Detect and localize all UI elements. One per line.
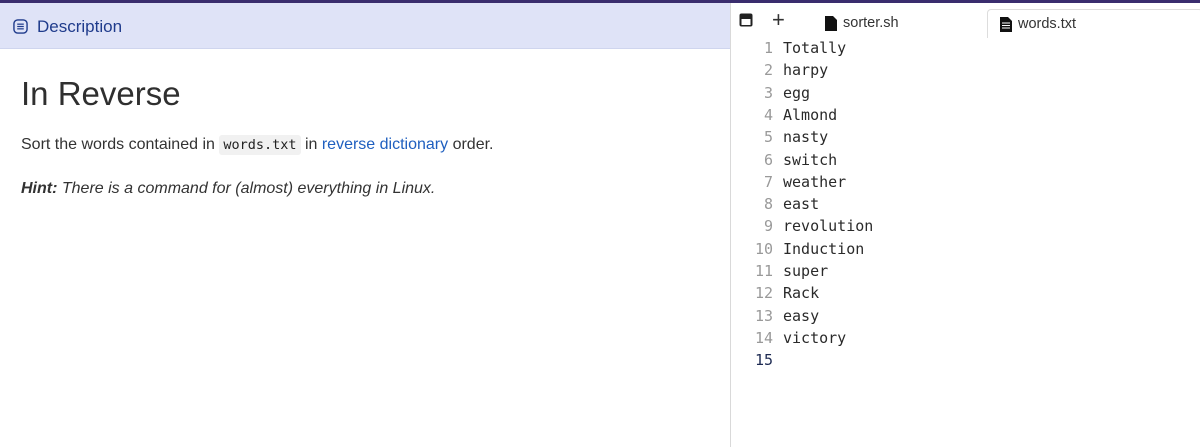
line-number: 9 bbox=[763, 217, 773, 236]
sidebar-toggle-icon[interactable] bbox=[739, 13, 753, 27]
editor-panel: + sorter.sh words.txt 1 Totally 2 harpy 3 egg… bbox=[731, 3, 1200, 447]
line-text: revolution bbox=[783, 217, 874, 236]
editor-line[interactable]: 4 Almond bbox=[731, 106, 1200, 128]
tab-sorter-sh[interactable]: sorter.sh bbox=[813, 9, 911, 37]
line-number: 6 bbox=[763, 150, 773, 169]
line-number: 12 bbox=[754, 284, 773, 303]
line-number: 11 bbox=[754, 262, 773, 280]
line-number: 4 bbox=[763, 105, 773, 124]
line-text: harpy bbox=[783, 61, 829, 80]
line-text: Induction bbox=[783, 239, 865, 258]
line-number: 1 bbox=[763, 39, 773, 57]
line-number: 13 bbox=[754, 306, 773, 325]
tab-bar: + sorter.sh words.txt bbox=[731, 3, 1200, 38]
line-number: 10 bbox=[754, 239, 773, 258]
editor-line[interactable]: 15 bbox=[731, 351, 1200, 373]
editor-line[interactable]: 5 nasty bbox=[731, 128, 1200, 150]
editor-line[interactable]: 10 Induction bbox=[731, 240, 1200, 262]
line-text: east bbox=[783, 195, 820, 214]
line-text: Rack bbox=[783, 284, 820, 303]
line-number: 7 bbox=[763, 172, 773, 191]
line-text: super bbox=[783, 262, 829, 280]
inline-code: words.txt bbox=[219, 135, 301, 155]
line-number: 8 bbox=[763, 195, 773, 214]
line-text: weather bbox=[783, 172, 847, 191]
hint-body: There is a command for (almost) everythi… bbox=[57, 180, 436, 197]
tab-label: sorter.sh bbox=[843, 15, 899, 31]
tab-label: words.txt bbox=[1018, 16, 1077, 32]
para-text-2: in bbox=[300, 136, 322, 153]
editor-line[interactable]: 11 super bbox=[731, 262, 1200, 284]
line-number: 5 bbox=[763, 128, 773, 147]
line-number: 14 bbox=[754, 328, 773, 347]
editor-line[interactable]: 2 harpy bbox=[731, 61, 1200, 83]
line-number: 3 bbox=[763, 83, 773, 102]
editor-line[interactable]: 14 victory bbox=[731, 329, 1200, 351]
task-description: Sort the words contained in words.txt in… bbox=[21, 135, 494, 155]
code-editor[interactable]: 1 Totally 2 harpy 3 egg 4 Almond 5 nasty 6 switch 7 w… bbox=[731, 39, 1200, 447]
line-text: egg bbox=[783, 83, 811, 102]
description-header[interactable]: Description bbox=[0, 3, 730, 49]
add-tab-button[interactable]: + bbox=[772, 6, 785, 34]
line-text: Almond bbox=[783, 105, 838, 124]
line-text: nasty bbox=[783, 128, 829, 147]
tab-words-txt[interactable]: words.txt bbox=[987, 9, 1200, 38]
line-text: easy bbox=[783, 306, 820, 325]
editor-line[interactable]: 8 east bbox=[731, 195, 1200, 217]
file-icon bbox=[825, 15, 837, 31]
para-text-3: order. bbox=[448, 136, 494, 153]
editor-line[interactable]: 3 egg bbox=[731, 84, 1200, 106]
description-icon bbox=[13, 19, 28, 34]
hint-label: Hint: bbox=[21, 180, 58, 197]
page-title: In Reverse bbox=[21, 75, 181, 112]
editor-line[interactable]: 13 easy bbox=[731, 307, 1200, 329]
text-file-icon bbox=[1000, 16, 1012, 32]
editor-line[interactable]: 12 Rack bbox=[731, 284, 1200, 306]
editor-line[interactable]: 7 weather bbox=[731, 173, 1200, 195]
description-header-label: Description bbox=[37, 17, 123, 36]
line-number: 15 bbox=[754, 351, 773, 370]
editor-line[interactable]: 1 Totally bbox=[731, 39, 1200, 61]
line-number: 2 bbox=[763, 61, 773, 80]
line-text: victory bbox=[783, 328, 847, 347]
editor-line[interactable]: 9 revolution bbox=[731, 217, 1200, 239]
para-text-1: Sort the words contained in bbox=[21, 136, 220, 153]
line-text: Totally bbox=[783, 39, 847, 57]
reverse-dictionary-link[interactable]: reverse dictionary bbox=[322, 136, 448, 153]
editor-line[interactable]: 6 switch bbox=[731, 151, 1200, 173]
line-text: switch bbox=[783, 150, 838, 169]
description-panel: Description In Reverse Sort the words co… bbox=[0, 3, 730, 447]
hint-text: Hint: There is a command for (almost) ev… bbox=[21, 180, 435, 198]
